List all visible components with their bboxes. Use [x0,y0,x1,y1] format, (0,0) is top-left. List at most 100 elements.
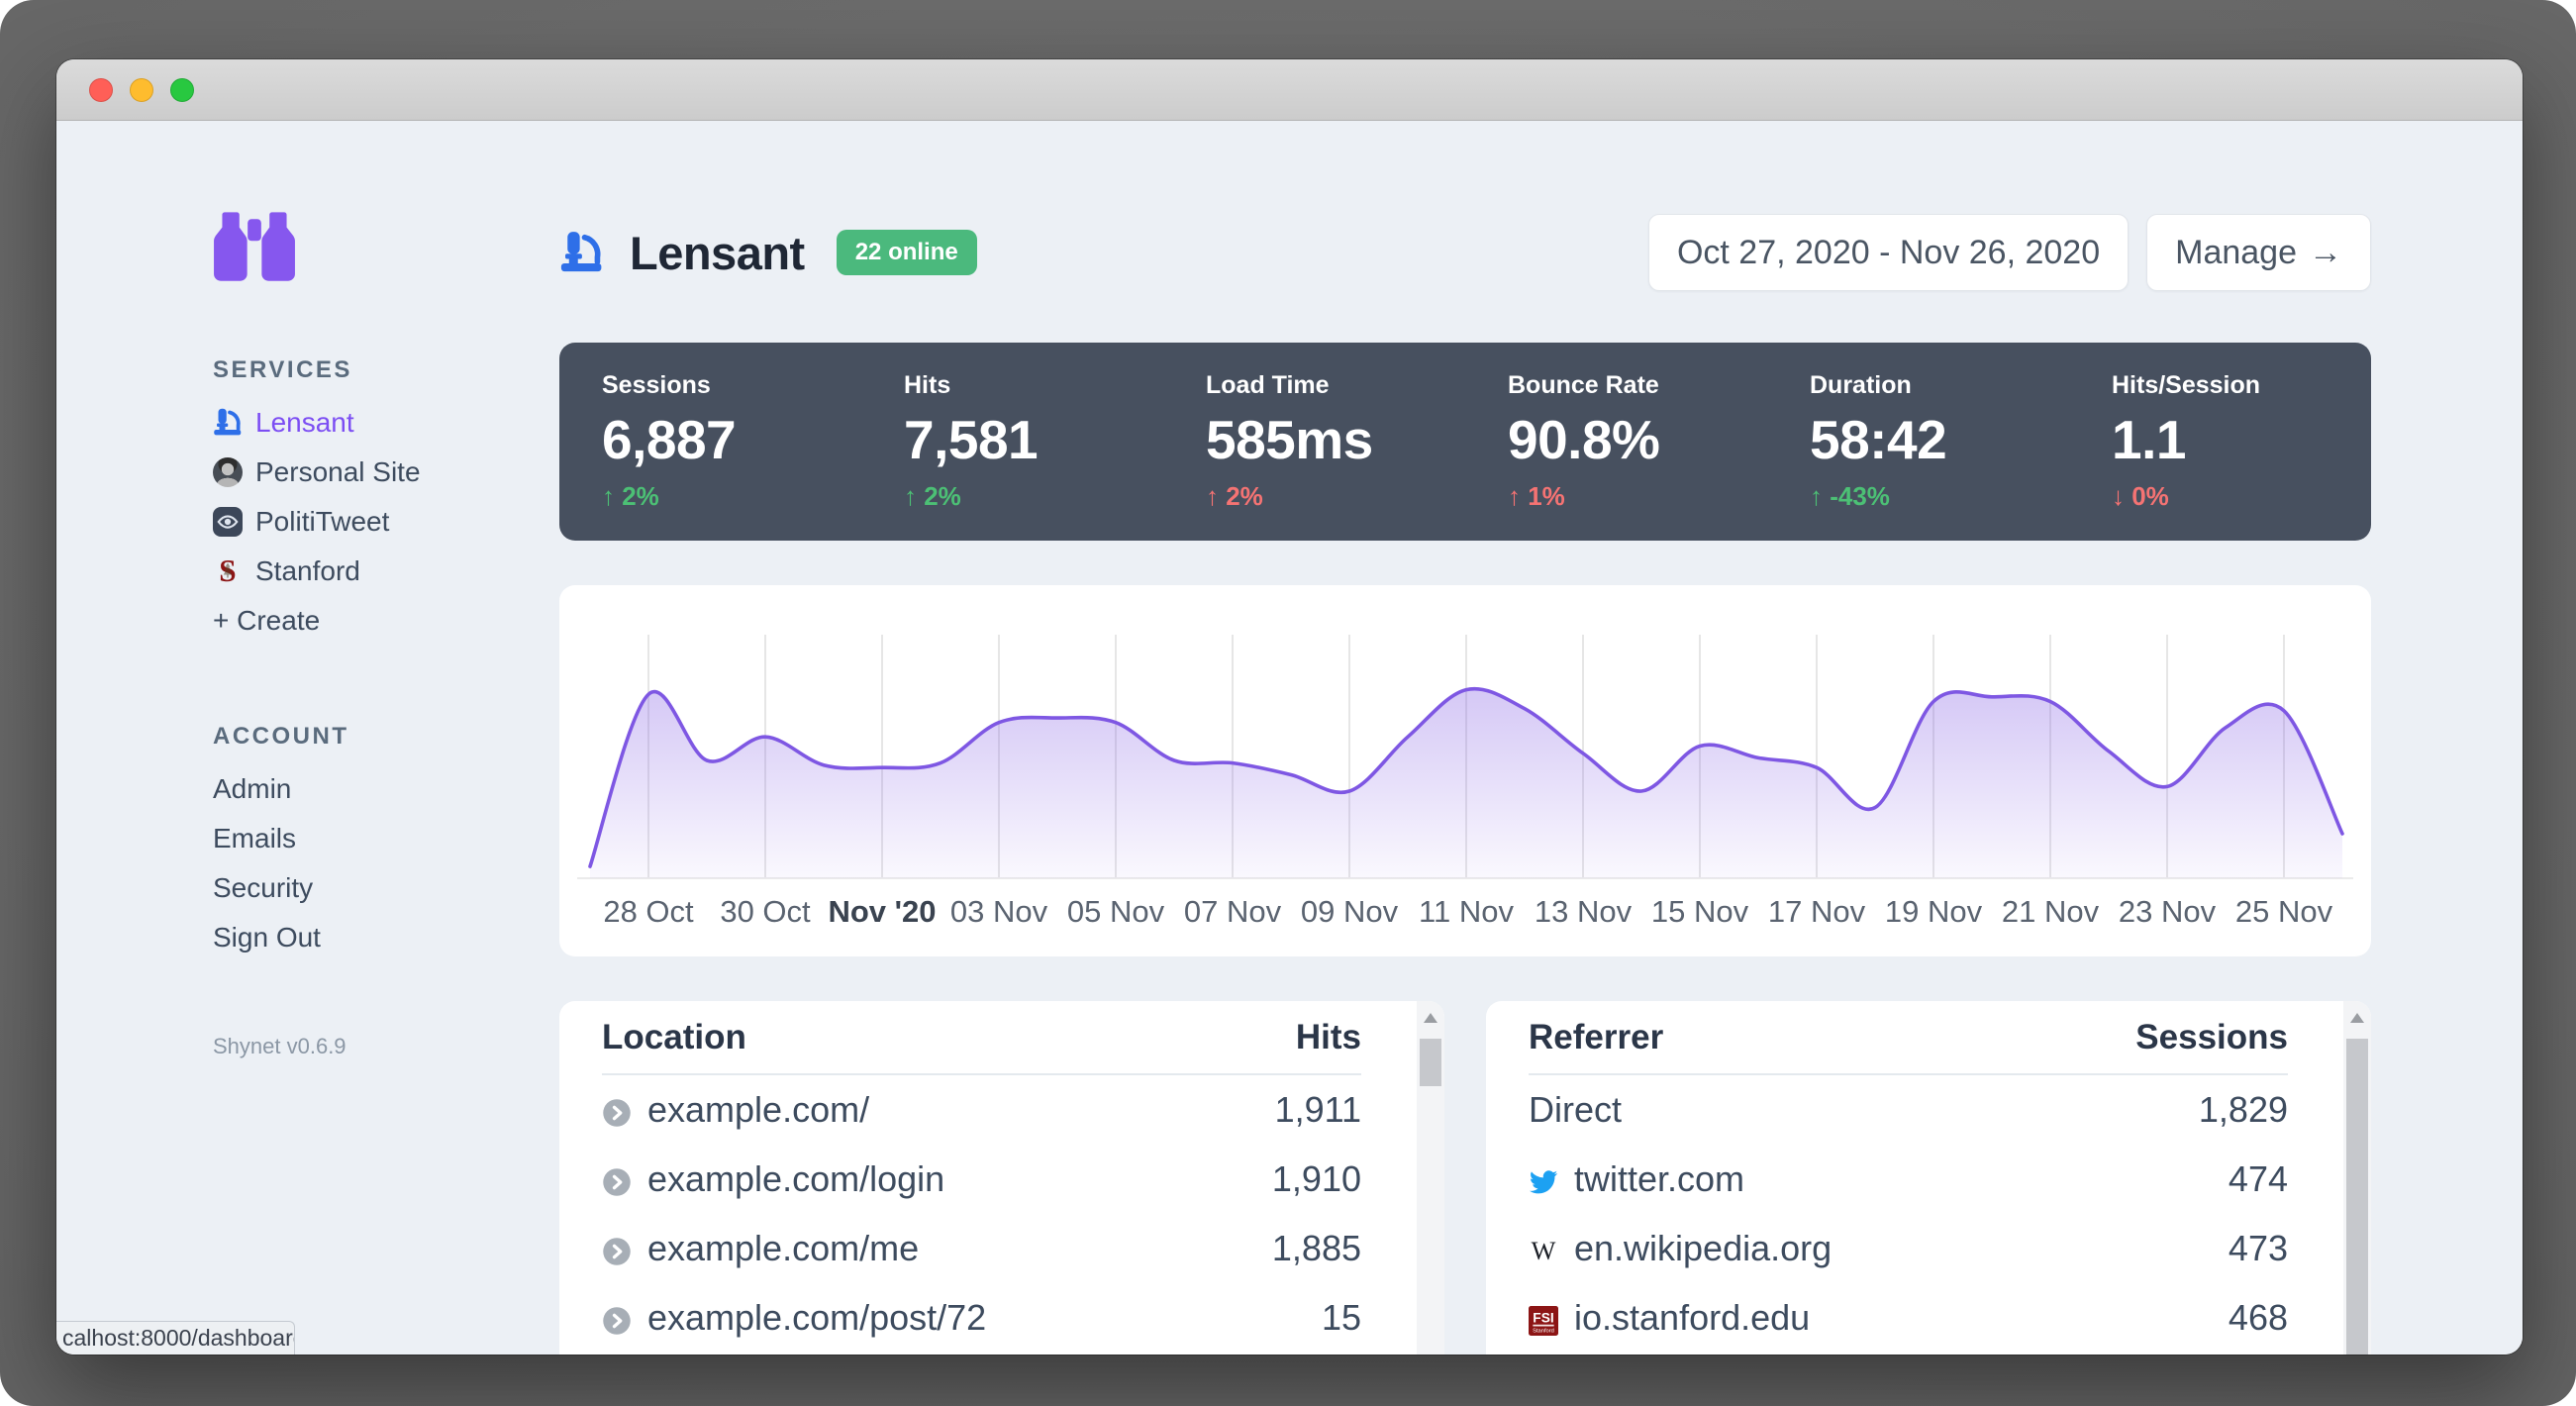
location-row-value: 1,910 [1271,1158,1361,1199]
sidebar-sections: SERVICES Lensant Personal Site PolitiTwee… [213,356,554,962]
header-actions: Oct 27, 2020 - Nov 26, 2020 Manage → [1647,214,2371,291]
app-version-label: Shynet v0.6.9 [213,1034,347,1058]
stat-value: 7,581 [904,409,1039,470]
sidebar-list-services: Lensant Personal Site PolitiTweet S Stanf… [213,398,554,646]
referrer-table-row: Wen.wikipedia.org 473 [1529,1214,2288,1283]
status-url-tooltip: calhost:8000/dashboard/ [56,1321,295,1355]
stat-label: Bounce Rate [1508,371,1659,399]
sidebar-section-services: SERVICES [213,356,352,383]
manage-button-label: Manage [2175,233,2297,271]
sidebar-item-polititweet[interactable]: PolitiTweet [213,497,554,547]
stat-label: Sessions [602,371,711,399]
referrer-row-value: 1,829 [2198,1089,2288,1130]
svg-text:30 Oct: 30 Oct [720,894,811,929]
minimize-window-button[interactable] [130,78,153,102]
svg-text:17 Nov: 17 Nov [1768,894,1866,929]
stats-bar: Sessions 6,887 ↑ 2% Hits 7,581 ↑ 2% Load Time 5… [559,343,2371,541]
stat-bounce-rate: Bounce Rate 90.8% ↑ 1% [1465,343,1767,541]
location-row-label: example.com/login [647,1158,945,1199]
referrer-table-header: Referrer Sessions [1529,1001,2288,1075]
location-table-row: example.com/login 1,910 [602,1145,1361,1214]
arrow-right-icon: → [2309,233,2342,271]
location-table-card: Location Hits example.com/1,911 example.… [559,1001,1444,1355]
svg-text:11 Nov: 11 Nov [1419,894,1514,929]
stat-duration: Duration 58:42 ↑ -43% [1767,343,2069,541]
location-row-label: example.com/ [647,1089,870,1130]
location-table-row: example.com/me 1,885 [602,1214,1361,1283]
scroll-up-arrow-icon[interactable] [2350,1013,2364,1023]
stat-label: Hits [904,371,951,399]
sidebar-item-label: Sign Out [213,922,321,953]
svg-text:28 Oct: 28 Oct [603,894,694,929]
column-label: Referrer [1529,1018,1664,1056]
sidebar-item-label: Stanford [255,555,360,586]
stat-hits-session: Hits/Session 1.1 ↓ 0% [2069,343,2371,541]
window-titlebar[interactable] [56,59,2523,121]
svg-text:Nov '20: Nov '20 [828,894,936,929]
location-table-header: Location Hits [602,1001,1361,1075]
zoom-window-button[interactable] [170,78,194,102]
stat-delta: ↑ 2% [904,481,961,511]
referrer-scrollbar[interactable] [2343,1001,2371,1355]
sidebar-item-stanford[interactable]: S Stanford [213,547,554,596]
stat-hits: Hits 7,581 ↑ 2% [861,343,1163,541]
location-row-value: 15 [1321,1297,1361,1338]
chevron-circle-icon [602,1303,632,1335]
column-label: Location [602,1018,746,1056]
sidebar-item-personal-site[interactable]: Personal Site [213,448,554,497]
svg-text:05 Nov: 05 Nov [1067,894,1165,929]
trend-up-arrow-icon: ↑ [904,481,917,511]
date-range-button[interactable]: Oct 27, 2020 - Nov 26, 2020 [1647,214,2130,291]
sidebar-item-lensant[interactable]: Lensant [213,398,554,448]
traffic-lights [89,78,194,102]
scrollbar-thumb[interactable] [2346,1039,2368,1355]
scroll-up-arrow-icon[interactable] [1424,1013,1437,1023]
location-row-label: example.com/post/72 [647,1297,987,1338]
service-header: Lensant 22 online Oct 27, 2020 - Nov 26,… [559,213,2371,292]
svg-text:19 Nov: 19 Nov [1885,894,1983,929]
online-count-badge: 22 online [836,230,977,275]
stat-value: 585ms [1206,409,1373,470]
svg-text:13 Nov: 13 Nov [1535,894,1633,929]
sidebar-item-label: Emails [213,823,297,854]
close-window-button[interactable] [89,78,113,102]
location-scrollbar[interactable] [1417,1001,1444,1355]
svg-text:03 Nov: 03 Nov [950,894,1048,929]
sidebar-list-account: Admin Emails Security Sign Out [213,764,554,962]
sidebar-item-admin[interactable]: Admin [213,764,554,814]
sidebar-item-create[interactable]: + Create [213,596,554,646]
desktop-background: SERVICES Lensant Personal Site PolitiTwee… [0,0,2576,1406]
stat-sessions: Sessions 6,887 ↑ 2% [559,343,861,541]
stat-value: 58:42 [1810,409,1947,470]
binoculars-logo-icon[interactable] [213,204,298,281]
svg-text:Stanford: Stanford [1533,1329,1554,1335]
app-window: SERVICES Lensant Personal Site PolitiTwee… [56,59,2523,1355]
sidebar-item-label: Personal Site [255,456,421,487]
stat-value: 1.1 [2112,409,2186,470]
app-content: SERVICES Lensant Personal Site PolitiTwee… [56,122,2523,1355]
stat-delta: ↑ 2% [602,481,659,511]
sidebar-section-account: ACCOUNT [213,723,349,750]
chevron-circle-icon [602,1234,632,1265]
column-label: Hits [1295,1018,1361,1056]
sidebar-item-label: PolitiTweet [255,506,390,537]
stanford-icon: S [213,553,243,588]
sidebar-item-security[interactable]: Security [213,863,554,913]
referrer-table-body: Direct 1,829 twitter.com 474 Wen.wikipedia.o… [1529,1075,2288,1353]
hits-area-chart: 28 Oct 30 Oct Nov '20 03 Nov 05 Nov 07 Nov 09 … [577,635,2353,929]
manage-button[interactable]: Manage → [2146,214,2371,291]
sidebar-item-sign-out[interactable]: Sign Out [213,913,554,962]
microscope-icon [559,231,604,275]
scrollbar-thumb[interactable] [1420,1039,1441,1086]
location-row-value: 1,911 [1274,1089,1361,1130]
referrer-row-label: io.stanford.edu [1574,1297,1811,1338]
stat-delta: ↓ 0% [2112,481,2169,511]
location-table-row: example.com/post/72 15 [602,1283,1361,1353]
stat-delta: ↑ -43% [1810,481,1890,511]
sidebar: SERVICES Lensant Personal Site PolitiTwee… [213,204,554,1059]
location-table-body: example.com/1,911 example.com/login 1,910… [602,1075,1361,1353]
trend-up-arrow-icon: ↑ [1508,481,1521,511]
referrer-row-label: twitter.com [1574,1158,1745,1199]
sidebar-item-emails[interactable]: Emails [213,814,554,863]
tables-row: Location Hits example.com/1,911 example.… [559,1001,2371,1355]
